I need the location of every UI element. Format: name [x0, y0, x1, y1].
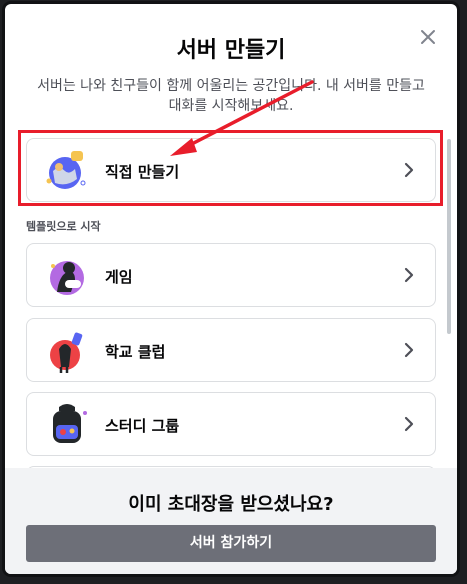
join-server-button[interactable]: 서버 참가하기: [26, 525, 436, 562]
close-icon[interactable]: [417, 26, 439, 48]
modal-footer: 이미 초대장을 받으셨나요? 서버 참가하기: [5, 468, 457, 574]
footer-title: 이미 초대장을 받으셨나요?: [128, 494, 334, 515]
modal-subtitle: 서버는 나와 친구들이 함께 어울리는 공간입니다. 내 서버를 만들고 대화를…: [37, 78, 425, 114]
template-label: 게임: [105, 268, 133, 286]
template-study-group-button[interactable]: 스터디 그룹: [26, 392, 436, 456]
template-school-club-button[interactable]: 학교 클럽: [26, 318, 436, 382]
globe-icon: [43, 147, 91, 195]
chevron-right-icon: [401, 415, 417, 433]
game-icon: [43, 252, 91, 300]
chevron-right-icon: [401, 266, 417, 284]
create-server-modal: 서버 만들기 서버는 나와 친구들이 함께 어울리는 공간입니다. 내 서버를 …: [5, 4, 457, 574]
create-my-own-button[interactable]: 직접 만들기: [26, 138, 436, 202]
template-gaming-button[interactable]: 게임: [26, 243, 436, 307]
chevron-right-icon: [401, 161, 417, 179]
template-label: 학교 클럽: [105, 343, 166, 361]
modal-title: 서버 만들기: [176, 38, 286, 63]
scrollbar[interactable]: [447, 139, 451, 334]
create-my-own-label: 직접 만들기: [105, 163, 180, 181]
templates-section-label: 템플릿으로 시작: [26, 220, 101, 233]
template-label: 스터디 그룹: [105, 417, 180, 435]
chevron-right-icon: [401, 341, 417, 359]
school-club-icon: [43, 327, 91, 375]
backpack-icon: [43, 401, 91, 449]
